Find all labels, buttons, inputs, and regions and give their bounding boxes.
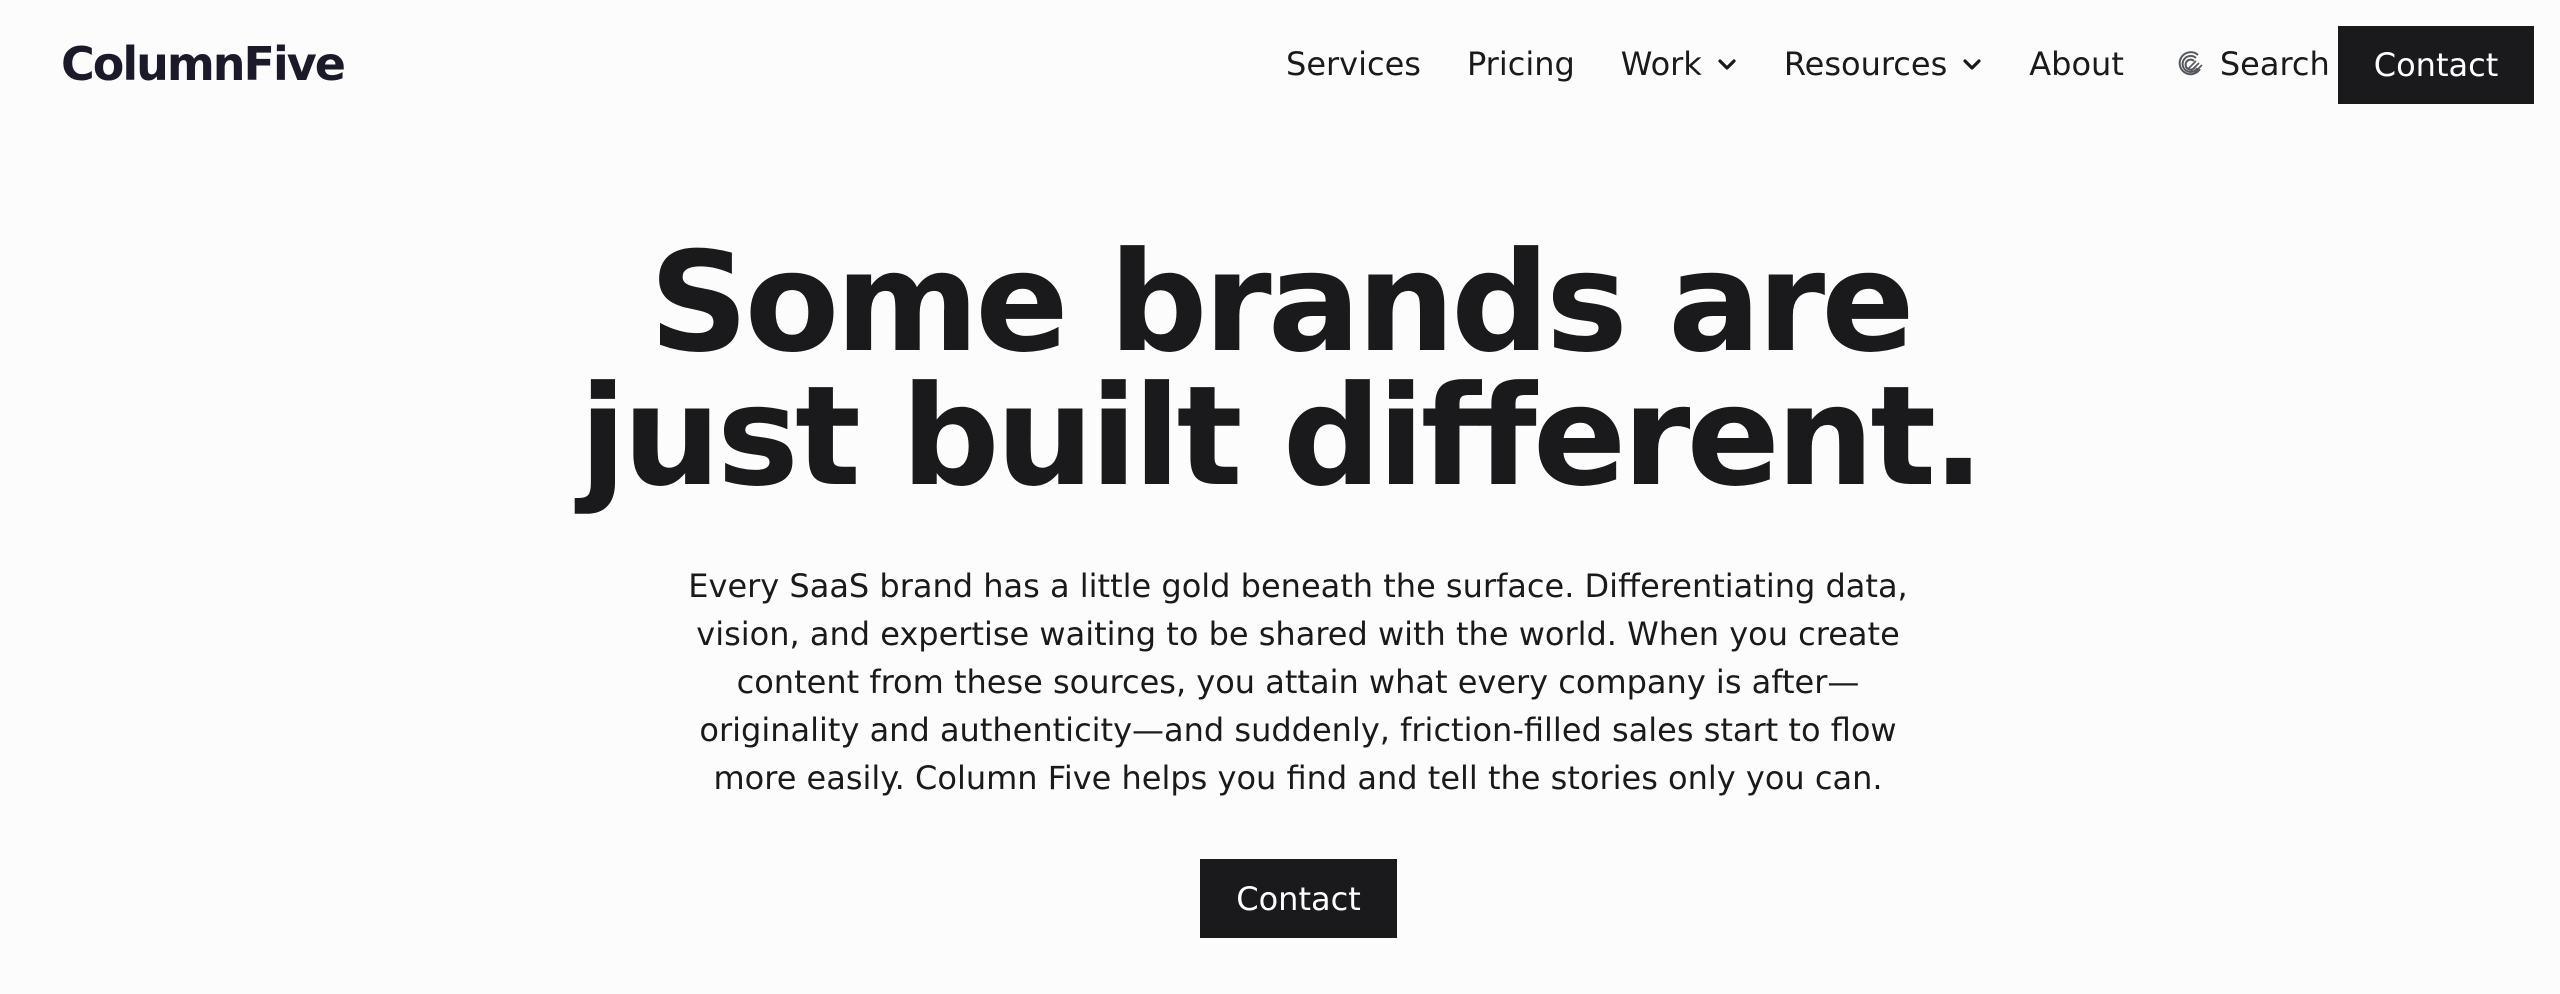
hero-contact-button[interactable]: Contact bbox=[1200, 859, 1397, 938]
nav-item-label: Work bbox=[1620, 45, 1702, 83]
nav-item-label: Services bbox=[1286, 45, 1421, 83]
site-header: ColumnFive Services Pricing Work Resourc… bbox=[0, 0, 2560, 130]
nav-item-resources[interactable]: Resources bbox=[1784, 38, 1983, 90]
nav-item-services[interactable]: Services bbox=[1286, 38, 1421, 90]
nav-item-label: About bbox=[2029, 45, 2124, 83]
search-brand-icon bbox=[2178, 51, 2203, 76]
chevron-down-icon bbox=[1718, 59, 1736, 70]
hero-title-line-2: just built different. bbox=[579, 356, 1984, 517]
logo[interactable]: ColumnFive bbox=[61, 36, 346, 92]
nav-item-label: Resources bbox=[1783, 45, 1948, 83]
main-nav: Services Pricing Work Resources About Se… bbox=[1286, 38, 2330, 90]
search-label: Search bbox=[2219, 45, 2330, 83]
nav-item-label: Pricing bbox=[1466, 45, 1575, 83]
nav-item-work[interactable]: Work bbox=[1621, 38, 1738, 90]
nav-item-about[interactable]: About bbox=[2029, 38, 2124, 90]
hero-description: Every SaaS brand has a little gold benea… bbox=[688, 567, 1908, 797]
search-button[interactable]: Search bbox=[2176, 38, 2330, 90]
contact-button[interactable]: Contact bbox=[2338, 26, 2534, 104]
chevron-down-icon bbox=[1963, 59, 1981, 70]
nav-item-pricing[interactable]: Pricing bbox=[1467, 38, 1575, 90]
hero-title: Some brands are just built different. bbox=[0, 234, 2560, 506]
